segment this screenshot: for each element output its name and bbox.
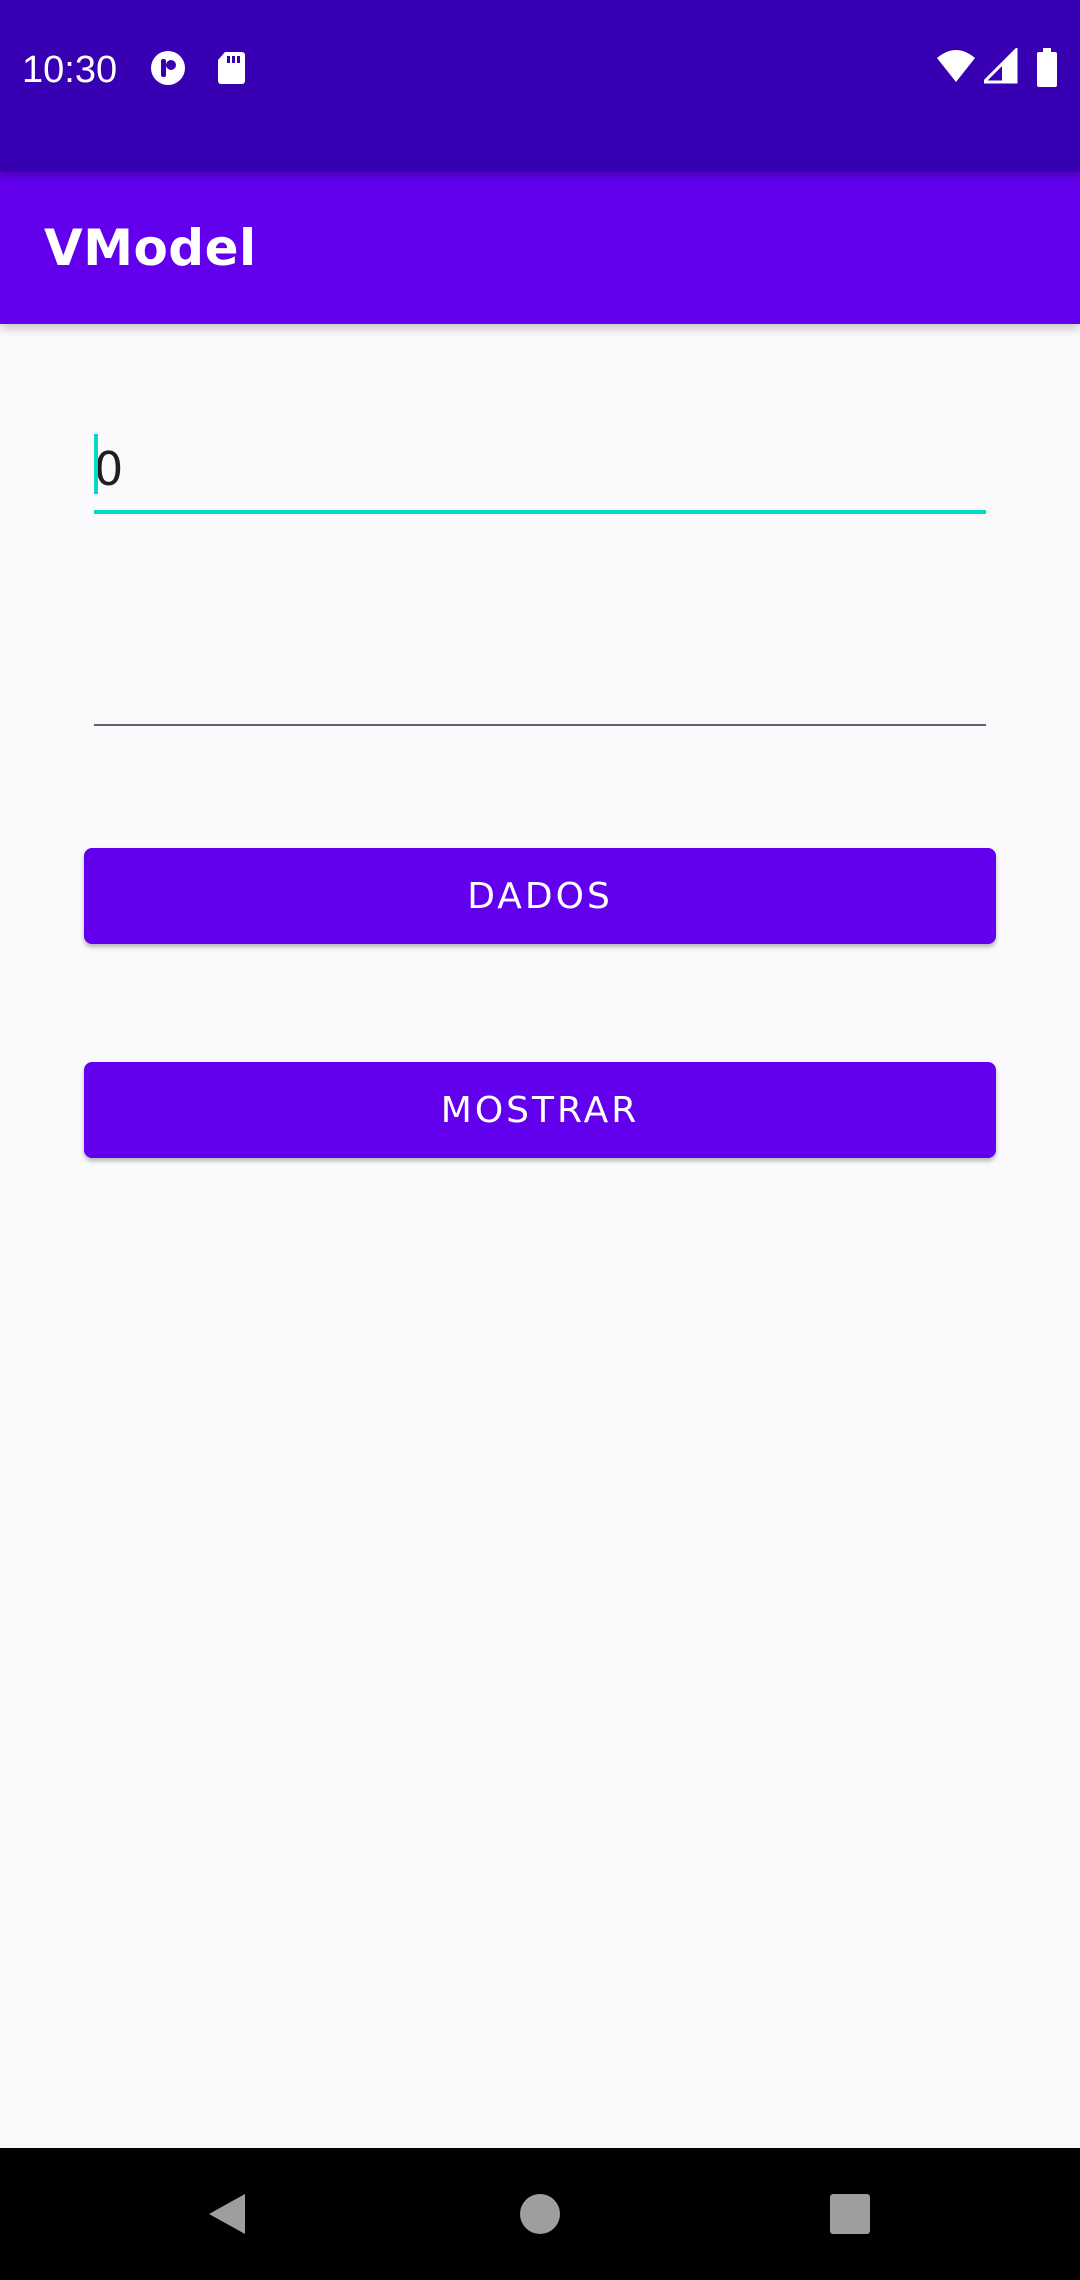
home-icon[interactable] (502, 2148, 578, 2280)
mostrar-button[interactable]: MOSTRAR (84, 1062, 996, 1158)
sd-card-icon (216, 50, 252, 86)
input-underline (94, 724, 986, 726)
status-bar: 10:30 (0, 0, 1080, 172)
recents-icon[interactable] (812, 2148, 888, 2280)
app-bar: VModel (0, 172, 1080, 324)
second-input-field[interactable] (94, 636, 986, 726)
number-input[interactable] (94, 424, 986, 514)
input-underline-focused (94, 510, 986, 514)
app-notification-icon (150, 50, 186, 86)
back-icon[interactable] (190, 2148, 266, 2280)
number-input-field[interactable] (94, 424, 986, 514)
status-time: 10:30 (22, 49, 118, 91)
battery-icon (1036, 48, 1058, 93)
navigation-bar (0, 2148, 1080, 2280)
second-input[interactable] (94, 636, 986, 726)
wifi-icon (936, 48, 976, 89)
app-title: VModel (44, 219, 257, 277)
cellular-signal-icon (980, 46, 1018, 89)
dados-button[interactable]: DADOS (84, 848, 996, 944)
text-cursor (94, 434, 98, 494)
